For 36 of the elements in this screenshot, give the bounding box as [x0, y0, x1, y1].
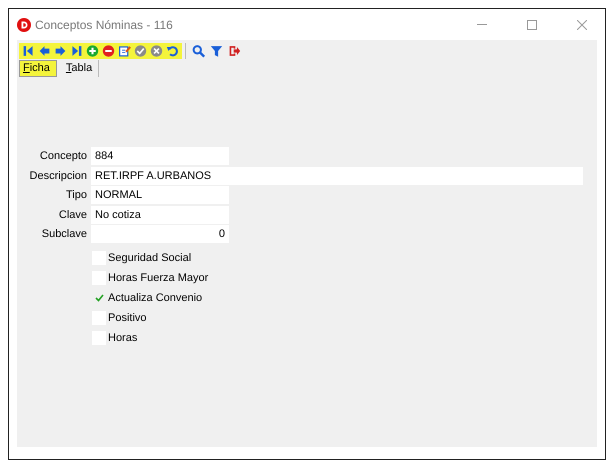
cancel-icon[interactable]	[150, 44, 163, 58]
add-icon[interactable]	[86, 44, 99, 58]
field-label: Tipo	[65, 189, 88, 202]
checkbox-label: Positivo	[108, 312, 147, 324]
search-icon[interactable]	[192, 44, 205, 58]
undo-icon[interactable]	[166, 44, 179, 58]
input-field[interactable]: NORMAL	[91, 186, 229, 204]
checkbox-label: Horas	[108, 332, 138, 344]
minimize-icon	[477, 24, 487, 25]
filter-icon[interactable]	[210, 44, 223, 58]
edit-icon[interactable]	[118, 44, 131, 58]
field-label: Subclave	[40, 228, 88, 240]
app-logo-icon	[17, 18, 31, 32]
tab[interactable]: Tabla	[62, 60, 100, 77]
input-field[interactable]: RET.IRPF A.URBANOS	[91, 166, 583, 185]
field-label: Descripcion	[28, 170, 88, 182]
first-record-icon[interactable]	[22, 44, 35, 58]
tab[interactable]: Ficha	[19, 60, 57, 77]
checkbox-label: Seguridad Social	[108, 252, 192, 264]
input-field[interactable]: 884	[91, 147, 229, 166]
window-title: Conceptos Nóminas - 116	[35, 18, 174, 32]
input-field[interactable]: No cotiza	[91, 206, 229, 224]
next-arrow-icon[interactable]	[54, 44, 67, 58]
checkbox-label: Actualiza Convenio	[108, 292, 202, 304]
maximize-icon	[527, 20, 537, 30]
remove-icon[interactable]	[102, 44, 115, 58]
field-label: Clave	[58, 208, 88, 221]
close-icon	[577, 20, 587, 30]
last-record-icon[interactable]	[70, 44, 83, 58]
field-label: Concepto	[38, 150, 88, 162]
check-icon[interactable]	[134, 44, 147, 58]
input-field[interactable]: 0	[91, 225, 229, 244]
exit-icon[interactable]	[228, 44, 241, 58]
checkbox-label: Horas Fuerza Mayor	[108, 272, 208, 284]
check-icon	[94, 294, 104, 302]
previous-arrow-icon[interactable]	[38, 44, 51, 58]
